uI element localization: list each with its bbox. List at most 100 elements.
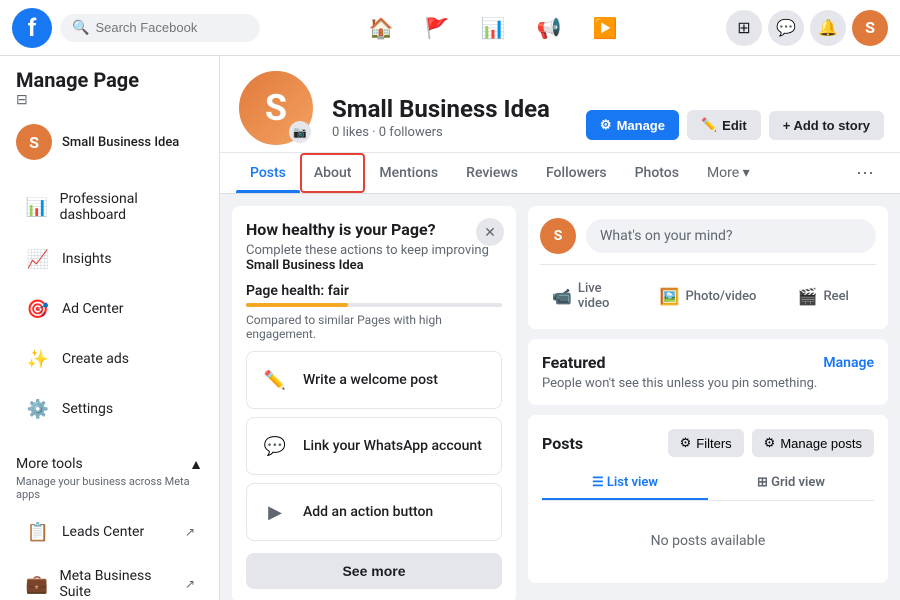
tab-photos[interactable]: Photos	[621, 153, 693, 193]
photo-video-button[interactable]: 🖼️ Photo/video	[648, 275, 769, 317]
create-ads-label: Create ads	[62, 351, 129, 367]
photo-video-icon: 🖼️	[660, 287, 680, 306]
home-nav-icon[interactable]: 🏠	[357, 8, 405, 48]
edit-button[interactable]: ✏️ Edit	[687, 110, 761, 140]
add-to-story-button[interactable]: + Add to story	[769, 111, 884, 140]
search-box[interactable]: 🔍	[60, 14, 260, 42]
manage-button[interactable]: ⚙ Manage	[586, 110, 679, 140]
sidebar-item-ad-center[interactable]: 🎯 Ad Center	[8, 285, 211, 333]
sidebar-item-insights[interactable]: 📈 Insights	[8, 235, 211, 283]
page-cover-avatar: S 📷	[236, 68, 316, 148]
sidebar-item-meta-business-suite[interactable]: 💼 Meta Business Suite ↗	[8, 558, 211, 600]
meta-business-label: Meta Business Suite	[59, 568, 174, 600]
tab-posts[interactable]: Posts	[236, 153, 300, 193]
compose-input[interactable]: What's on your mind?	[586, 219, 876, 253]
more-tools-collapse-icon[interactable]: ▲	[189, 456, 203, 473]
filters-icon: ⚙	[680, 435, 692, 451]
more-tools-subtitle: Manage your business across Meta apps	[0, 475, 219, 507]
health-bar-fill	[246, 303, 348, 307]
notifications-button[interactable]: 🔔	[810, 10, 846, 46]
health-card-close-button[interactable]: ✕	[476, 218, 504, 246]
manage-posts-button[interactable]: ⚙ Manage posts	[752, 429, 874, 457]
action-item-whatsapp[interactable]: 💬 Link your WhatsApp account	[246, 417, 502, 475]
welcome-post-label: Write a welcome post	[303, 372, 438, 388]
sidebar-title: Manage Page	[16, 68, 203, 92]
two-column-layout: How healthy is your Page? Complete these…	[220, 194, 900, 600]
compose-actions: 📹 Live video 🖼️ Photo/video 🎬 Reel	[540, 264, 876, 317]
megaphone-nav-icon[interactable]: 📢	[525, 8, 573, 48]
sidebar-header: Manage Page ⊟	[0, 56, 219, 116]
tab-about[interactable]: About	[300, 153, 366, 193]
sidebar-item-settings[interactable]: ⚙️ Settings	[8, 385, 211, 433]
manage-icon: ⚙	[600, 117, 612, 133]
reel-label: Reel	[823, 289, 848, 304]
meta-business-arrow-icon: ↗	[185, 577, 195, 591]
health-card-page-name: Small Business Idea	[246, 258, 364, 273]
messenger-button[interactable]: 💬	[768, 10, 804, 46]
sidebar-item-create-ads[interactable]: ✨ Create ads	[8, 335, 211, 383]
chart-nav-icon[interactable]: 📊	[469, 8, 517, 48]
live-video-button[interactable]: 📹 Live video	[540, 275, 646, 317]
tab-mentions[interactable]: Mentions	[365, 153, 452, 193]
page-tabs: Posts About Mentions Reviews Followers P…	[220, 152, 900, 193]
posts-header: Posts ⚙ Filters ⚙ Manage posts	[542, 429, 874, 457]
grid-menu-button[interactable]: ⊞	[726, 10, 762, 46]
manage-posts-label: Manage posts	[780, 436, 862, 451]
health-status-label: Page health: fair	[246, 283, 502, 299]
whatsapp-label: Link your WhatsApp account	[303, 438, 482, 454]
featured-card: Featured Manage People won't see this un…	[528, 339, 888, 405]
settings-icon: ⚙️	[24, 395, 52, 423]
ad-center-icon: 🎯	[24, 295, 52, 323]
page-info: Small Business Idea 0 likes · 0 follower…	[332, 95, 570, 148]
tabs-ellipsis-button[interactable]: ⋯	[846, 157, 884, 190]
more-tools-title: More tools	[16, 456, 83, 472]
action-item-action-button[interactable]: ▶ Add an action button	[246, 483, 502, 541]
search-icon: 🔍	[72, 20, 89, 36]
health-compare-text: Compared to similar Pages with high enga…	[246, 313, 502, 341]
create-ads-icon: ✨	[24, 345, 52, 373]
live-video-label: Live video	[578, 281, 634, 311]
grid-view-tab[interactable]: ⊞ Grid view	[708, 467, 874, 500]
right-column: S What's on your mind? 📹 Live video 🖼️ P…	[528, 206, 888, 600]
action-item-welcome-post[interactable]: ✏️ Write a welcome post	[246, 351, 502, 409]
search-input[interactable]	[95, 20, 248, 35]
sidebar-item-leads-center[interactable]: 📋 Leads Center ↗	[8, 508, 211, 556]
posts-title: Posts	[542, 434, 583, 453]
health-card: How healthy is your Page? Complete these…	[232, 206, 516, 600]
tab-more-button[interactable]: More ▾	[693, 153, 764, 193]
page-title: Small Business Idea	[332, 95, 570, 123]
sidebar-item-professional-dashboard[interactable]: 📊 Professional dashboard	[8, 181, 211, 233]
camera-icon[interactable]: 📷	[289, 121, 311, 143]
reel-icon: 🎬	[798, 287, 818, 306]
left-column: How healthy is your Page? Complete these…	[232, 206, 516, 600]
see-more-button[interactable]: See more	[246, 553, 502, 589]
featured-manage-link[interactable]: Manage	[823, 355, 874, 371]
reel-button[interactable]: 🎬 Reel	[770, 275, 876, 317]
featured-title: Featured	[542, 353, 606, 372]
action-button-label: Add an action button	[303, 504, 433, 520]
sidebar-page-avatar: S	[16, 124, 52, 160]
list-view-tab[interactable]: ☰ List view	[542, 467, 708, 500]
flag-nav-icon[interactable]: 🚩	[413, 8, 461, 48]
action-button-icon: ▶	[259, 496, 291, 528]
filters-button[interactable]: ⚙ Filters	[668, 429, 744, 457]
photo-video-label: Photo/video	[685, 289, 756, 304]
sidebar-page-item[interactable]: S Small Business Idea	[0, 116, 219, 168]
posts-actions: ⚙ Filters ⚙ Manage posts	[668, 429, 874, 457]
welcome-post-icon: ✏️	[259, 364, 291, 396]
health-card-title: How healthy is your Page?	[246, 220, 502, 239]
tab-reviews[interactable]: Reviews	[452, 153, 532, 193]
nav-center-icons: 🏠 🚩 📊 📢 ▶️	[268, 8, 718, 48]
dashboard-icon: 📊	[24, 193, 50, 221]
more-tools-section: More tools ▲	[0, 446, 219, 475]
video-nav-icon[interactable]: ▶️	[581, 8, 629, 48]
sidebar-grid-icon[interactable]: ⊟	[16, 92, 28, 108]
sidebar: Manage Page ⊟ S Small Business Idea 📊 Pr…	[0, 56, 220, 600]
tab-followers[interactable]: Followers	[532, 153, 621, 193]
facebook-logo[interactable]: f	[12, 8, 52, 48]
leads-center-icon: 📋	[24, 518, 52, 546]
edit-icon: ✏️	[701, 117, 717, 133]
ad-center-label: Ad Center	[62, 301, 124, 317]
leads-center-arrow-icon: ↗	[185, 525, 195, 539]
profile-button[interactable]: S	[852, 10, 888, 46]
